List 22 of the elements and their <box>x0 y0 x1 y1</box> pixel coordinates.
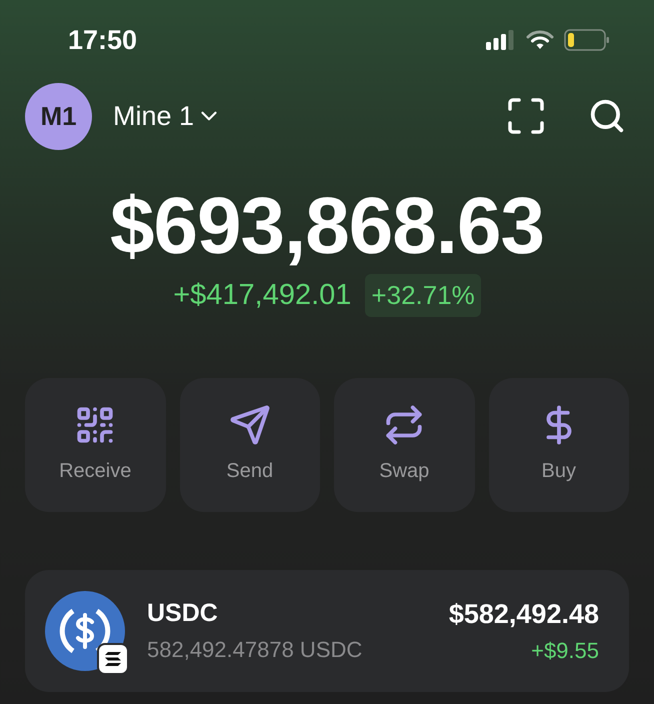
action-button[interactable]: Buy <box>488 378 629 512</box>
account-selector[interactable]: Mine 1 <box>113 96 222 136</box>
percent-change-badge: +32.71% <box>365 274 481 318</box>
balance-change: +$417,492.01 <box>173 278 352 313</box>
token-card[interactable]: USDC 582,492.47878 USDC $582,492.48 +$9.55 <box>25 570 629 692</box>
token-amount: 582,492.47878 USDC <box>147 636 364 664</box>
scan-icon[interactable] <box>508 98 544 134</box>
avatar[interactable]: M1 <box>25 82 92 150</box>
action-button[interactable]: Receive <box>25 378 166 512</box>
token-name: USDC <box>147 598 219 630</box>
signal-icon <box>486 30 516 50</box>
action-button[interactable]: Send <box>180 378 320 512</box>
wifi-icon <box>526 30 554 50</box>
total-balance: $693,868.63 <box>110 182 544 270</box>
battery-icon <box>564 29 610 51</box>
network-badge-icon <box>97 642 129 674</box>
status-time: 17:50 <box>68 24 138 57</box>
token-value: $582,492.48 <box>448 598 599 631</box>
search-icon[interactable] <box>588 97 626 135</box>
action-button[interactable]: Swap <box>334 378 474 512</box>
token-change: +$9.55 <box>531 637 599 666</box>
send-icon <box>228 404 271 446</box>
